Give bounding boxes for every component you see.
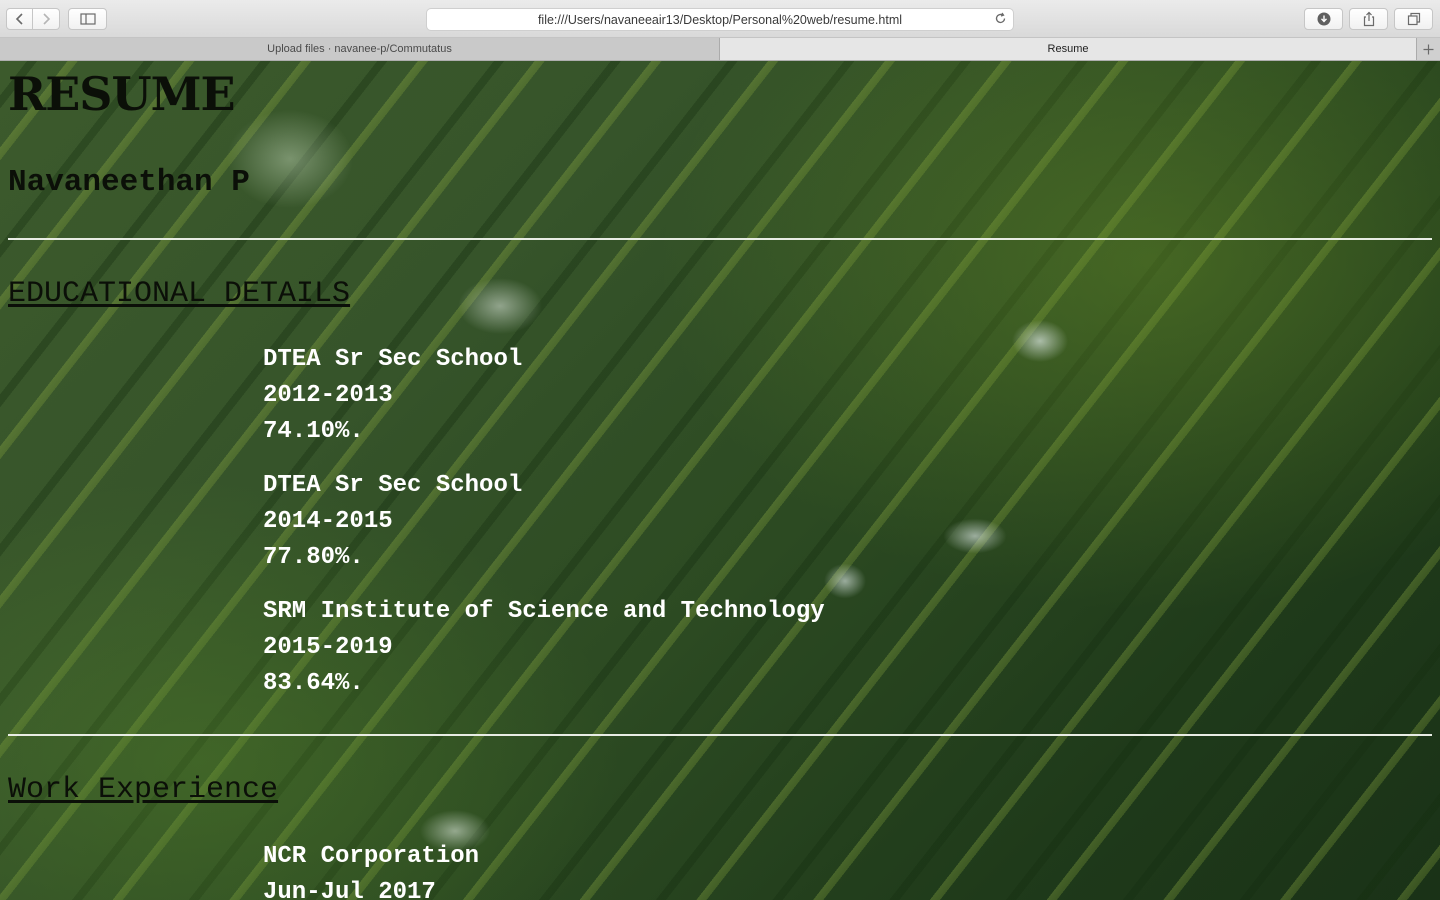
tab-bar: Upload files · navanee-p/Commutatus Resu… (0, 38, 1440, 61)
work-period: Jun-Jul 2017 (263, 879, 436, 900)
reload-icon (995, 12, 1006, 24)
forward-button[interactable] (33, 8, 60, 30)
education-score: 77.80%. (263, 544, 364, 571)
browser-toolbar: file:///Users/navaneeair13/Desktop/Perso… (0, 0, 1440, 38)
sidebar-icon (79, 13, 96, 25)
education-entry: DTEA Sr Sec School 2014-2015 77.80%. (263, 468, 522, 576)
education-years: 2015-2019 (263, 634, 393, 661)
page-title: RESUME (8, 67, 236, 121)
education-school: SRM Institute of Science and Technology (263, 598, 825, 625)
tabs-overview-button[interactable] (1394, 8, 1433, 30)
education-entry: DTEA Sr Sec School 2012-2013 74.10%. (263, 342, 522, 450)
tabs-overview-icon (1407, 12, 1420, 26)
back-button[interactable] (6, 8, 33, 30)
reload-button[interactable] (994, 12, 1007, 28)
tab-resume[interactable]: Resume (720, 38, 1416, 60)
page-content: RESUME Navaneethan P EDUCATIONAL DETAILS… (0, 61, 1440, 900)
work-company: NCR Corporation (263, 843, 480, 870)
education-school: DTEA Sr Sec School (263, 472, 523, 499)
education-school: DTEA Sr Sec School (263, 346, 523, 373)
person-name: Navaneethan P (8, 165, 250, 200)
divider (8, 238, 1432, 240)
url-text: file:///Users/navaneeair13/Desktop/Perso… (537, 12, 903, 27)
education-entry: SRM Institute of Science and Technology … (263, 594, 825, 702)
tab-label: Upload files · navanee-p/Commutatus (267, 43, 452, 55)
address-bar[interactable]: file:///Users/navaneeair13/Desktop/Perso… (426, 8, 1014, 31)
chevron-left-icon (15, 13, 23, 25)
downloads-button[interactable] (1304, 8, 1343, 30)
work-entry: NCR Corporation Jun-Jul 2017 (263, 839, 479, 900)
education-years: 2012-2013 (263, 382, 393, 409)
sidebar-button[interactable] (68, 8, 107, 30)
education-score: 74.10%. (263, 418, 364, 445)
new-tab-button[interactable] (1416, 38, 1440, 60)
tab-label: Resume (1047, 43, 1089, 55)
share-icon (1363, 11, 1374, 27)
tab-upload-files[interactable]: Upload files · navanee-p/Commutatus (0, 38, 720, 60)
share-button[interactable] (1349, 8, 1388, 30)
download-icon (1317, 12, 1330, 26)
education-score: 83.64%. (263, 670, 364, 697)
education-heading: EDUCATIONAL DETAILS (8, 277, 351, 311)
education-years: 2014-2015 (263, 508, 393, 535)
divider (8, 734, 1432, 736)
chevron-right-icon (43, 13, 51, 25)
plus-icon (1423, 44, 1434, 54)
navigation-buttons (6, 8, 60, 30)
work-heading: Work Experience (8, 773, 279, 807)
